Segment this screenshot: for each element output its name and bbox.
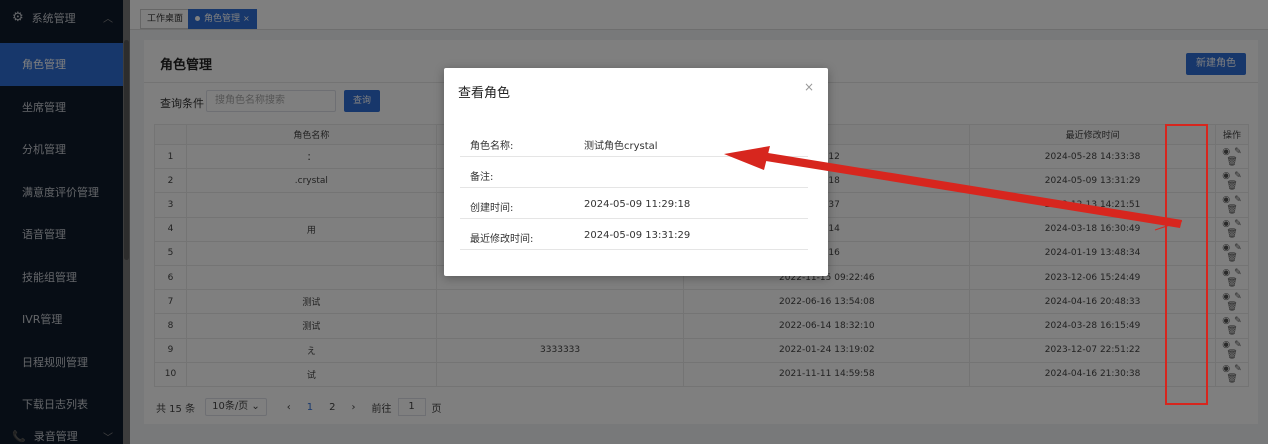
annotation-arrow bbox=[724, 146, 1183, 231]
arrow-head bbox=[724, 146, 770, 170]
arrow-shaft bbox=[760, 152, 1182, 228]
